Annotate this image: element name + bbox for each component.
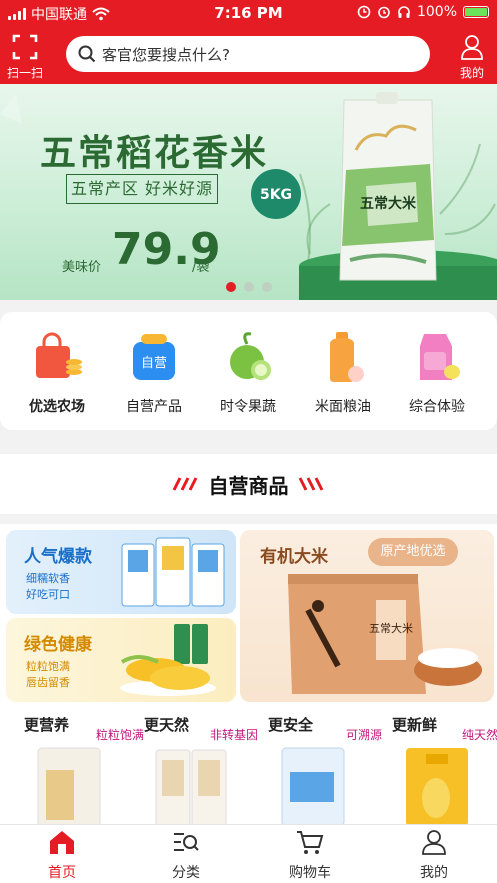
feature-nutrition[interactable]: 更营养 粒粒饱满	[24, 714, 144, 826]
organic-rice-card[interactable]: 有机大米 原产地优选 五常大米	[240, 530, 494, 702]
headphones-icon	[398, 6, 410, 18]
section-title: 自营商品	[208, 474, 289, 498]
scan-button[interactable]: 扫一扫	[4, 32, 46, 80]
search-input[interactable]: 客官您要搜点什么?	[66, 36, 430, 72]
title-slash-decoration-right	[298, 477, 324, 491]
svg-text:自营: 自营	[141, 356, 167, 371]
carousel-dot[interactable]	[244, 282, 254, 292]
tab-label: 分类	[172, 865, 200, 881]
category-seasonal-produce[interactable]: 时令果蔬	[203, 330, 293, 416]
section-header: 自营商品	[0, 454, 497, 514]
category-label: 优选农场	[29, 399, 85, 415]
green-apple-icon	[221, 330, 275, 384]
category-label: 综合体验	[409, 399, 465, 415]
feature-fresh[interactable]: 更新鲜 纯天然	[392, 714, 497, 826]
shopping-bag-icon	[30, 330, 84, 384]
feature-title: 更天然	[144, 716, 190, 734]
self-operated-bag-icon: 自营	[127, 330, 181, 384]
product-bag-image	[406, 748, 468, 826]
feature-title: 更新鲜	[392, 716, 438, 734]
banner-subtitle: 五常产区 好米好源	[66, 174, 218, 204]
scan-icon	[12, 34, 38, 60]
category-grid: 优选农场 自营 自营产品 时令果蔬 米面粮油 综合体验	[0, 312, 497, 430]
category-preferred-farm[interactable]: 优选农场	[12, 330, 102, 416]
screen-lock-icon	[357, 5, 371, 19]
feature-tag: 非转基因	[209, 728, 258, 742]
category-label: 自营产品	[126, 399, 182, 415]
healthy-card[interactable]: 绿色健康 粒粒饱满 唇齿留香	[6, 618, 236, 702]
oil-bottle-icon	[316, 330, 370, 384]
category-self-operated[interactable]: 自营 自营产品	[109, 330, 199, 416]
svg-text:5KG: 5KG	[260, 187, 292, 203]
alarm-icon	[378, 6, 390, 19]
price-label: 美味价	[62, 260, 102, 275]
feature-title: 更安全	[268, 716, 314, 734]
carousel-dot[interactable]	[262, 282, 272, 292]
category-grain-oil[interactable]: 米面粮油	[298, 330, 388, 416]
healthy-title: 绿色健康	[24, 635, 92, 655]
bag-text: 五常大米	[360, 195, 417, 212]
feature-safe[interactable]: 更安全 可溯源	[268, 714, 388, 826]
battery-icon	[463, 6, 489, 18]
origin-tag: 原产地优选	[368, 538, 458, 566]
scan-label: 扫一扫	[6, 66, 43, 80]
tab-label: 我的	[420, 865, 448, 881]
app-header: 扫一扫 客官您要搜点什么? 我的	[0, 26, 497, 84]
feature-tag: 可溯源	[345, 728, 382, 742]
popular-title: 人气爆款	[24, 547, 92, 567]
status-bar: 中国联通 7:16 PM 100%	[0, 0, 497, 26]
rice-box-image: 五常大米	[288, 574, 482, 694]
popular-card[interactable]: 人气爆款 细糯软香 好吃可口	[6, 530, 236, 614]
category-label: 时令果蔬	[220, 399, 276, 415]
healthy-line1: 粒粒饱满	[26, 660, 70, 673]
milk-carton-icon	[410, 330, 464, 384]
rice-bags-image	[121, 537, 225, 607]
tab-label: 首页	[48, 865, 76, 881]
popular-line1: 细糯软香	[26, 572, 70, 585]
weight-badge: 5KG	[251, 169, 301, 219]
tab-cart[interactable]: 购物车	[270, 829, 350, 882]
popular-line2: 好吃可口	[26, 588, 70, 601]
my-account-label: 我的	[459, 66, 484, 80]
organic-title: 有机大米	[260, 547, 328, 567]
tab-category[interactable]: 分类	[146, 829, 226, 882]
search-placeholder: 客官您要搜点什么?	[102, 45, 230, 64]
svg-text:五常大米: 五常大米	[369, 621, 413, 635]
carousel-dot[interactable]	[226, 282, 236, 292]
healthy-line2: 唇齿留香	[26, 676, 70, 689]
product-bag-image	[155, 749, 227, 826]
rice-bag-image: 五常大米	[339, 92, 437, 281]
corn-image	[120, 624, 216, 696]
user-icon	[422, 830, 446, 855]
product-bag-image	[281, 747, 345, 826]
battery-percent: 100%	[416, 4, 457, 20]
carousel-dots	[226, 282, 272, 292]
price-unit: /袋	[192, 260, 210, 275]
my-account-button[interactable]: 我的	[455, 32, 489, 80]
category-search-icon	[174, 833, 199, 851]
home-icon	[50, 831, 74, 854]
category-label: 米面粮油	[315, 399, 371, 415]
tab-mine[interactable]: 我的	[394, 829, 474, 882]
tab-label: 购物车	[289, 865, 331, 881]
banner-title: 五常稻花香米	[40, 133, 269, 174]
feature-tag: 粒粒饱满	[95, 728, 144, 742]
product-bag-image	[37, 747, 101, 826]
feature-tag: 纯天然	[461, 728, 497, 742]
cart-icon	[297, 831, 324, 854]
feature-natural[interactable]: 更天然 非转基因	[144, 714, 264, 826]
user-icon	[461, 35, 483, 60]
product-promo-area: 人气爆款 细糯软香 好吃可口 绿色健康 粒粒饱满 唇齿留香 有机大米 原产地优选	[0, 524, 497, 826]
status-right: 100%	[357, 4, 489, 20]
tab-home[interactable]: 首页	[22, 829, 102, 882]
feature-title: 更营养	[24, 716, 70, 734]
category-experience[interactable]: 综合体验	[392, 330, 482, 416]
search-icon	[78, 45, 96, 63]
bottom-tab-bar: 首页 分类 购物车 我的	[0, 824, 497, 883]
promo-banner[interactable]: 五常稻花香米 五常产区 好米好源 美味价 79.9 /袋 五常大米 5KG	[0, 84, 497, 300]
